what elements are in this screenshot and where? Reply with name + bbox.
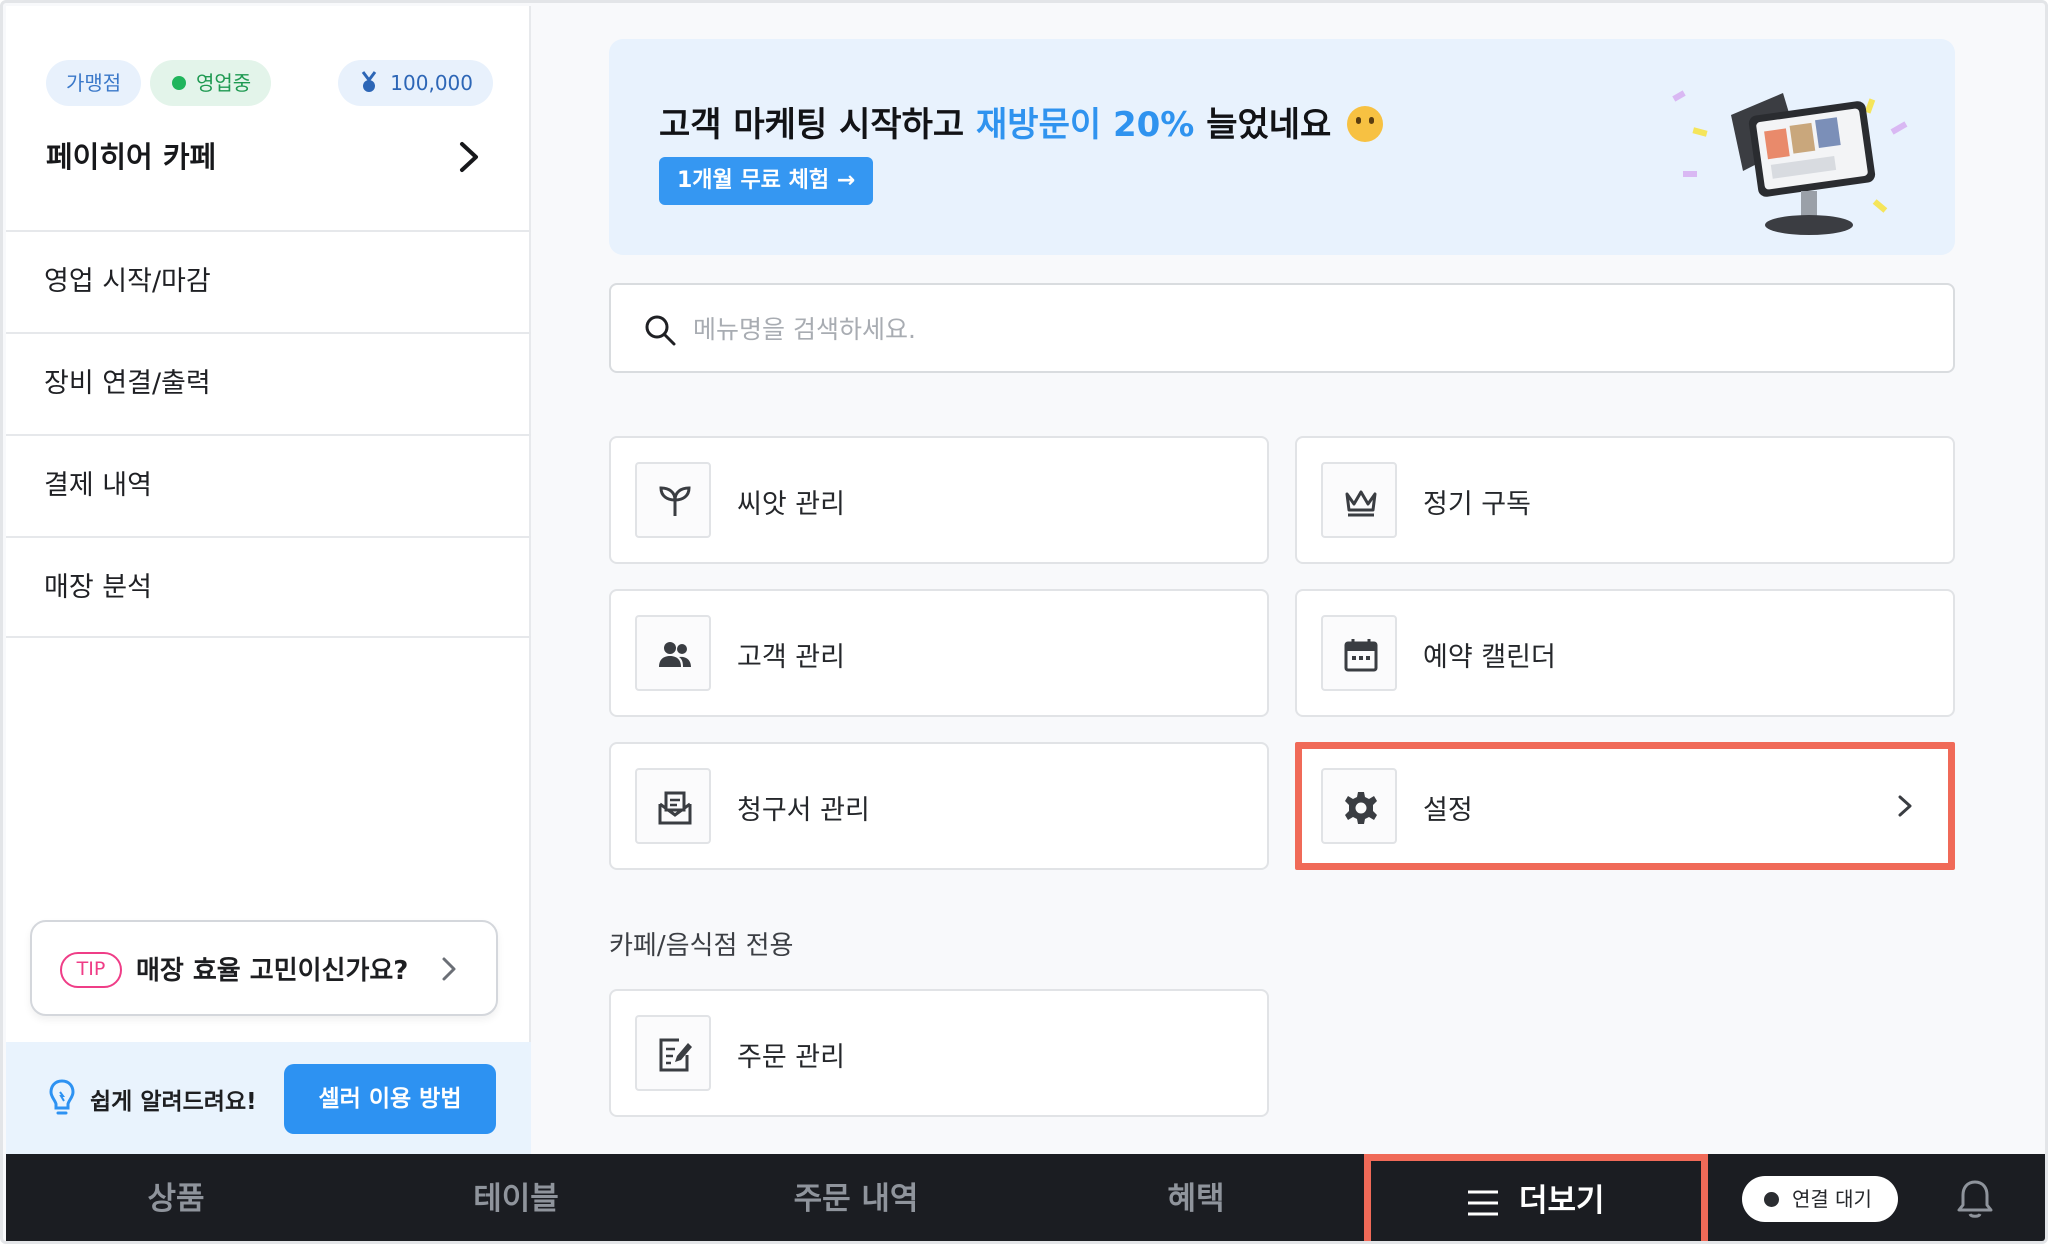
search-input[interactable] — [693, 303, 1893, 355]
nav-order-history[interactable]: 주문 내역 — [756, 1154, 956, 1241]
chevron-right-icon — [1898, 795, 1912, 817]
promo-banner[interactable]: 고객 마케팅 시작하고 재방문이 20% 늘었네요 1개월 무료 체험 → — [609, 39, 1955, 255]
tile-subscription[interactable]: 정기 구독 — [1295, 436, 1955, 564]
connection-dot-icon — [1764, 1192, 1779, 1207]
order-edit-icon — [659, 1038, 692, 1072]
sidebar: 가맹점 영업중 100,000 페이히어 카페 영업 시작/마감 장비 연결/출… — [6, 6, 531, 1154]
bottom-nav: 상품 테이블 주문 내역 혜택 더보기 연결 대기 — [6, 1154, 2045, 1241]
invoice-mail-icon — [658, 791, 692, 825]
business-status-label: 영업중 — [196, 71, 252, 95]
tip-text: 매장 효율 고민이신가요? — [136, 956, 409, 986]
tile-invoice-management[interactable]: 청구서 관리 — [609, 742, 1269, 870]
lightbulb-icon — [49, 1079, 75, 1115]
chevron-right-icon — [442, 957, 456, 981]
sidebar-menu: 영업 시작/마감 장비 연결/출력 결제 내역 매장 분석 — [6, 230, 531, 638]
app-frame: 가맹점 영업중 100,000 페이히어 카페 영업 시작/마감 장비 연결/출… — [0, 0, 2048, 1244]
tile-icon-box — [635, 615, 711, 691]
sidebar-item-business-open-close[interactable]: 영업 시작/마감 — [6, 230, 531, 332]
help-bar: 쉽게 알려드려요! 셀러 이용 방법 — [6, 1042, 531, 1154]
banner-title-part2: 늘었네요 — [1194, 105, 1332, 145]
tile-icon-box — [1321, 462, 1397, 538]
nav-more-label: 더보기 — [1519, 1183, 1605, 1219]
tile-icon-box — [1321, 768, 1397, 844]
connection-status-label: 연결 대기 — [1792, 1187, 1872, 1211]
section-title: 카페/음식점 전용 — [609, 931, 794, 961]
tile-label: 주문 관리 — [737, 1042, 845, 1073]
nav-products[interactable]: 상품 — [96, 1154, 256, 1241]
sidebar-item-device-connection[interactable]: 장비 연결/출력 — [6, 332, 531, 434]
crown-icon — [1345, 490, 1377, 517]
sidebar-item-payment-history[interactable]: 결제 내역 — [6, 434, 531, 536]
status-dot-icon — [172, 76, 186, 90]
banner-title-part1: 고객 마케팅 시작하고 — [659, 105, 977, 145]
tile-reservation-calendar[interactable]: 예약 캘린더 — [1295, 589, 1955, 717]
tile-label: 정기 구독 — [1423, 489, 1531, 520]
nav-tables[interactable]: 테이블 — [436, 1154, 596, 1241]
smile-emoji-icon — [1347, 106, 1384, 142]
tile-icon-box — [635, 1015, 711, 1091]
sidebar-item-store-analytics[interactable]: 매장 분석 — [6, 536, 531, 638]
tile-icon-box — [635, 768, 711, 844]
help-text: 쉽게 알려드려요! — [90, 1089, 257, 1115]
bell-icon[interactable] — [1956, 1178, 1994, 1220]
tile-order-management[interactable]: 주문 관리 — [609, 989, 1269, 1117]
tile-label: 청구서 관리 — [737, 795, 870, 826]
banner-title: 고객 마케팅 시작하고 재방문이 20% 늘었네요 — [659, 97, 1384, 146]
tip-badge: TIP — [60, 952, 122, 988]
tile-label: 고객 관리 — [737, 642, 845, 673]
pos-terminal-illustration — [1672, 90, 1908, 235]
banner-title-highlight: 재방문이 20% — [976, 105, 1195, 145]
tile-icon-box — [635, 462, 711, 538]
tile-label: 씨앗 관리 — [737, 489, 845, 520]
hamburger-menu-icon — [1468, 1190, 1498, 1216]
sprout-icon — [659, 486, 691, 516]
points-value: 100,000 — [390, 71, 473, 95]
tip-card[interactable]: TIP 매장 효율 고민이신가요? — [30, 920, 498, 1016]
business-status-badge: 영업중 — [150, 60, 272, 106]
tile-label: 예약 캘린더 — [1423, 642, 1556, 673]
medal-icon — [362, 71, 377, 92]
people-icon — [659, 642, 691, 667]
search-icon — [645, 315, 676, 346]
connection-status[interactable]: 연결 대기 — [1742, 1176, 1898, 1222]
tile-settings[interactable]: 설정 — [1295, 742, 1955, 870]
gear-icon — [1345, 792, 1377, 824]
free-trial-button[interactable]: 1개월 무료 체험 → — [659, 157, 874, 205]
points-badge[interactable]: 100,000 — [338, 60, 493, 106]
chevron-right-icon[interactable] — [456, 140, 482, 174]
nav-more[interactable]: 더보기 — [1364, 1154, 1708, 1241]
franchise-badge: 가맹점 — [46, 60, 142, 106]
menu-search-bar[interactable] — [609, 283, 1955, 373]
store-name[interactable]: 페이히어 카페 — [46, 134, 216, 176]
calendar-icon — [1344, 639, 1378, 672]
tile-seed-management[interactable]: 씨앗 관리 — [609, 436, 1269, 564]
tile-icon-box — [1321, 615, 1397, 691]
tile-label: 설정 — [1423, 795, 1473, 826]
nav-benefits[interactable]: 혜택 — [1116, 1154, 1276, 1241]
store-chips: 가맹점 영업중 100,000 — [46, 60, 493, 106]
seller-guide-button[interactable]: 셀러 이용 방법 — [284, 1064, 496, 1134]
tile-customer-management[interactable]: 고객 관리 — [609, 589, 1269, 717]
